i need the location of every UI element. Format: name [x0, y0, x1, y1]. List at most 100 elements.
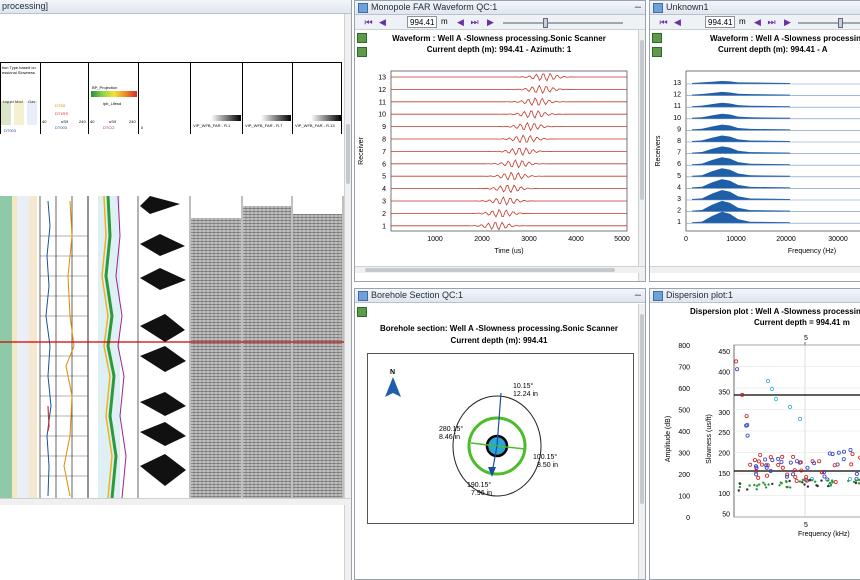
- col3-curve-3: DTCO: [103, 125, 115, 130]
- liquid-label: Liquid: [3, 99, 14, 104]
- borehole-chart-subtitle: Current depth (m): 994.41: [450, 336, 548, 345]
- col2-curve-3: DT003: [55, 125, 68, 130]
- waveform-xtick: 2000: [474, 236, 490, 243]
- waveform-xlabel: Time (us): [494, 248, 523, 255]
- borehole-title: Borehole Section QC:1: [371, 290, 464, 300]
- borehole-chart-title: Borehole section: Well A -Slowness proce…: [380, 324, 618, 333]
- waveform-titlebar[interactable]: Monopole FAR Waveform QC:1 –: [355, 1, 645, 15]
- header-col-7: VIP_WFB_FAR - R.13: [292, 62, 342, 134]
- col7-gradient: [311, 115, 341, 121]
- spectrum-ytick: 4: [677, 184, 681, 191]
- col6-gradient: [261, 115, 291, 121]
- step-back-icon[interactable]: ◀: [455, 17, 466, 28]
- dispersion-point: [767, 483, 770, 486]
- export-icon[interactable]: [357, 307, 367, 317]
- window-icon: [358, 3, 368, 13]
- borehole-vscroll-thumb[interactable]: [640, 314, 644, 504]
- waveform-hscroll[interactable]: [355, 266, 645, 273]
- col7-label: VIP_WFB_FAR - R.13: [295, 123, 335, 128]
- dispersion-point: [803, 483, 806, 486]
- dispersion-point: [737, 489, 740, 492]
- spectrum-hscroll[interactable]: [650, 266, 860, 273]
- waveform-chart-subtitle: Current depth (m): 994.41 - Azimuth: 1: [426, 45, 572, 54]
- fast-forward-icon[interactable]: ⏭: [469, 17, 480, 28]
- log-window-titlebar[interactable]: processing]: [0, 0, 351, 14]
- waveform-xtick: 5000: [614, 236, 630, 243]
- waveform-toolbar: ⏮ ◀ m ◀ ⏭ ▶: [355, 15, 645, 30]
- spectrum-ytick: 7: [677, 150, 681, 157]
- first-icon[interactable]: ⏮: [658, 17, 669, 28]
- play-icon[interactable]: ▶: [485, 17, 496, 28]
- borehole-vscroll[interactable]: [638, 304, 645, 579]
- fluid-liquid-band: [0, 196, 12, 498]
- col3-curve-2: ipb_Lifesd: [103, 101, 122, 106]
- amplitude-tick: 600: [678, 386, 690, 393]
- borehole-titlebar[interactable]: Borehole Section QC:1 –: [355, 289, 645, 303]
- dispersion-point: [827, 484, 830, 488]
- dispersion-titlebar[interactable]: Dispersion plot:1: [650, 289, 860, 303]
- spectrum-titlebar[interactable]: Unknown1: [650, 1, 860, 15]
- col3-curve-1: BP_Projection: [92, 85, 118, 90]
- depth-input[interactable]: [407, 16, 437, 28]
- dispersion-point: [756, 484, 759, 487]
- fast-forward-icon[interactable]: ⏭: [766, 17, 777, 28]
- export-icon[interactable]: [652, 47, 662, 57]
- minimize-icon[interactable]: –: [635, 1, 641, 14]
- waveform-vscroll-thumb[interactable]: [640, 40, 644, 200]
- spectrum-chart: 13 12 11 10 9 8 7 6 5 4 3 2 1 0 10000 20000 30000 Recei…: [655, 70, 860, 255]
- waveform-ylabel: Receiver: [358, 137, 365, 165]
- log-hscroll[interactable]: [0, 498, 351, 505]
- depth-slider-knob[interactable]: [543, 18, 548, 28]
- step-back-icon[interactable]: ◀: [752, 17, 763, 28]
- play-icon[interactable]: ▶: [782, 17, 793, 28]
- col2-scale-min: 40: [42, 119, 47, 124]
- first-icon[interactable]: ⏮: [363, 17, 374, 28]
- waveform-xtick: 3000: [521, 236, 537, 243]
- prev-icon[interactable]: ◀: [672, 17, 683, 28]
- minimize-icon[interactable]: –: [635, 289, 641, 302]
- borehole-diagram: N 10.15° 12.24 in 280.15° 8.46 in 100.15…: [367, 353, 634, 524]
- amplitude-tick: 500: [678, 408, 690, 415]
- log-vscroll[interactable]: [344, 14, 351, 580]
- north-label: N: [390, 369, 395, 376]
- dispersion-point: [788, 479, 791, 483]
- prev-icon[interactable]: ◀: [377, 17, 388, 28]
- header-col-6: VIP_WFB_FAR - R.7: [242, 62, 292, 134]
- depth-slider[interactable]: [503, 18, 623, 28]
- spectrum-title: Unknown1: [666, 2, 709, 12]
- dispersion-point: [789, 486, 792, 489]
- export-icon[interactable]: [652, 33, 662, 43]
- dispersion-point: [779, 481, 782, 484]
- dispersion-point: [820, 479, 823, 482]
- spectrum-ytick: 10: [673, 115, 681, 122]
- dispersion-point: [814, 480, 817, 483]
- waveform-hscroll-thumb[interactable]: [365, 268, 615, 272]
- header-col-3: BP_Projection ipb_Lifesd DTCO 40 uS/f 24…: [88, 62, 138, 134]
- log-vscroll-thumb[interactable]: [346, 124, 350, 184]
- spectrum-ytick: 12: [673, 92, 681, 99]
- dispersion-chart-title: Dispersion plot : Well A -Slowness proce…: [690, 307, 860, 316]
- amplitude-label: Amplitude (dB): [665, 416, 672, 462]
- dispersion-chart-subtitle: Current depth = 994.41 m: [754, 318, 850, 327]
- dispersion-point: [785, 485, 788, 489]
- slowness-tick: 350: [718, 390, 730, 397]
- mod-swatch: [14, 101, 24, 125]
- dispersion-point: [753, 483, 756, 487]
- depth-slider-knob[interactable]: [838, 18, 843, 28]
- waveform-track-1: [140, 196, 186, 486]
- depth-unit: m: [739, 17, 746, 26]
- header-col-1-title: tion Type based on essional Slowness: [2, 65, 36, 75]
- spectrum-ytick: 9: [677, 126, 681, 133]
- gas-label: Gas: [28, 99, 36, 104]
- depth-slider[interactable]: [798, 18, 860, 28]
- slowness-tick: 150: [718, 471, 730, 478]
- amplitude-tick: 700: [678, 365, 690, 372]
- dispersion-point: [829, 483, 832, 487]
- waveform-vscroll[interactable]: [638, 30, 645, 281]
- spectrum-xtick: 20000: [776, 236, 796, 243]
- dispersion-point: [738, 482, 742, 485]
- depth-input[interactable]: [705, 16, 735, 28]
- dispersion-point: [748, 484, 751, 487]
- dts-curve: [63, 200, 75, 497]
- dispersion-point: [831, 481, 834, 484]
